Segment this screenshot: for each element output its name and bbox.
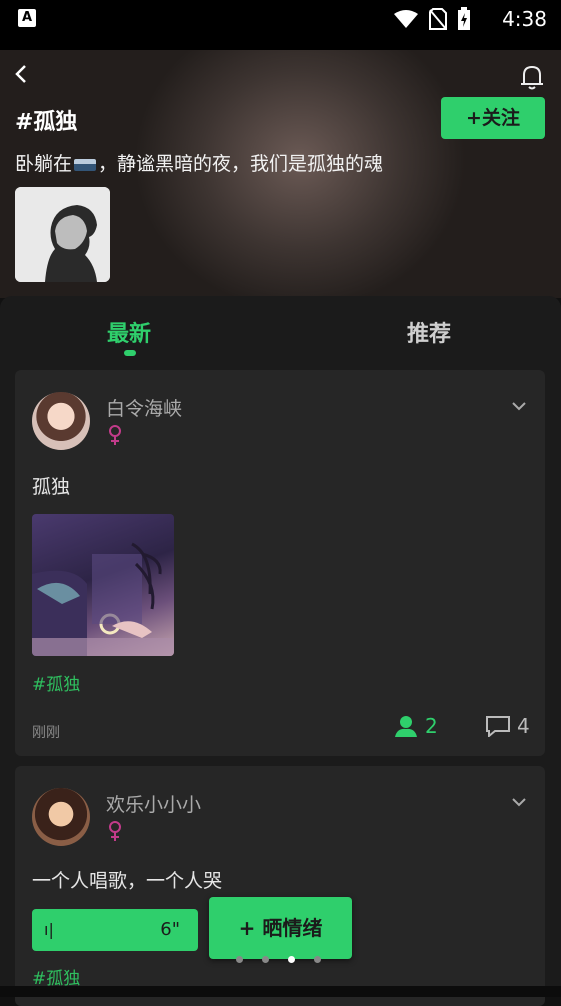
topic-header: #孤独 +关注 卧躺在 ，静谧黑暗的夜，我们是孤独的魂 xyxy=(0,50,561,298)
tab-recommended[interactable]: 推荐 xyxy=(407,316,451,348)
post-time: 刚刚 xyxy=(32,725,60,741)
voice-duration: 6" xyxy=(160,919,180,940)
username[interactable]: 白令海峡 xyxy=(106,394,182,421)
post-text: 一个人唱歌，一个人哭 xyxy=(32,870,223,892)
pager-dot-active[interactable] xyxy=(288,956,295,963)
battery-charging-icon xyxy=(458,7,470,30)
clock: 4:38 xyxy=(502,7,547,31)
female-icon xyxy=(109,821,121,841)
person-icon xyxy=(395,716,417,737)
follow-button[interactable]: +关注 xyxy=(441,97,545,139)
portrait-icon xyxy=(15,187,110,282)
topic-description: 卧躺在 ，静谧黑暗的夜，我们是孤独的魂 xyxy=(15,149,383,176)
no-sim-icon xyxy=(429,8,447,30)
bottom-bar xyxy=(0,986,561,997)
like-button[interactable]: 2 xyxy=(393,714,438,738)
tab-latest[interactable]: 最新 xyxy=(107,316,151,348)
avatar[interactable] xyxy=(32,392,90,450)
bell-icon[interactable] xyxy=(516,60,548,92)
night-room-illustration xyxy=(32,542,174,656)
tab-indicator xyxy=(124,350,136,356)
topic-title: #孤独 xyxy=(15,110,78,135)
post-card[interactable]: 白令海峡 孤独 #孤独 刚刚 2 4 xyxy=(15,370,545,756)
post-text: 孤独 xyxy=(32,476,71,498)
chevron-down-icon[interactable] xyxy=(511,794,527,810)
pager-dot[interactable] xyxy=(262,956,269,963)
share-mood-button[interactable]: + 晒情绪 xyxy=(209,897,352,959)
post-image[interactable] xyxy=(32,514,174,656)
back-icon[interactable] xyxy=(10,62,34,86)
description-end: ，静谧黑暗的夜，我们是孤独的魂 xyxy=(98,153,384,175)
wifi-icon xyxy=(394,10,418,28)
content-panel: 最新 推荐 白令海峡 孤独 #孤独 刚刚 2 4 欢乐小小小 一个人唱歌，一个人… xyxy=(0,296,561,1006)
comment-button[interactable]: 4 xyxy=(485,714,530,738)
bed-emoji-icon xyxy=(74,158,97,171)
comment-count: 4 xyxy=(517,714,530,738)
topic-tag[interactable]: #孤独 xyxy=(32,670,80,695)
comment-icon xyxy=(486,716,510,737)
pager-dot[interactable] xyxy=(314,956,321,963)
avatar[interactable] xyxy=(32,788,90,846)
topic-cover-avatar[interactable] xyxy=(15,187,110,282)
female-icon xyxy=(109,425,121,445)
app-notification-icon: A xyxy=(18,9,36,27)
audio-wave-icon: ı| xyxy=(44,920,54,939)
chevron-down-icon[interactable] xyxy=(511,398,527,414)
status-icons xyxy=(393,7,471,30)
pager-dot[interactable] xyxy=(236,956,243,963)
voice-message[interactable]: ı| 6" xyxy=(32,909,198,951)
post-card[interactable]: 欢乐小小小 一个人唱歌，一个人哭 ı| 6" #孤独 xyxy=(15,766,545,1006)
like-count: 2 xyxy=(425,714,438,738)
status-bar: A 4:38 xyxy=(0,0,561,50)
pager-dots xyxy=(236,956,321,963)
description-start: 卧躺在 xyxy=(15,153,73,175)
username[interactable]: 欢乐小小小 xyxy=(106,790,201,817)
